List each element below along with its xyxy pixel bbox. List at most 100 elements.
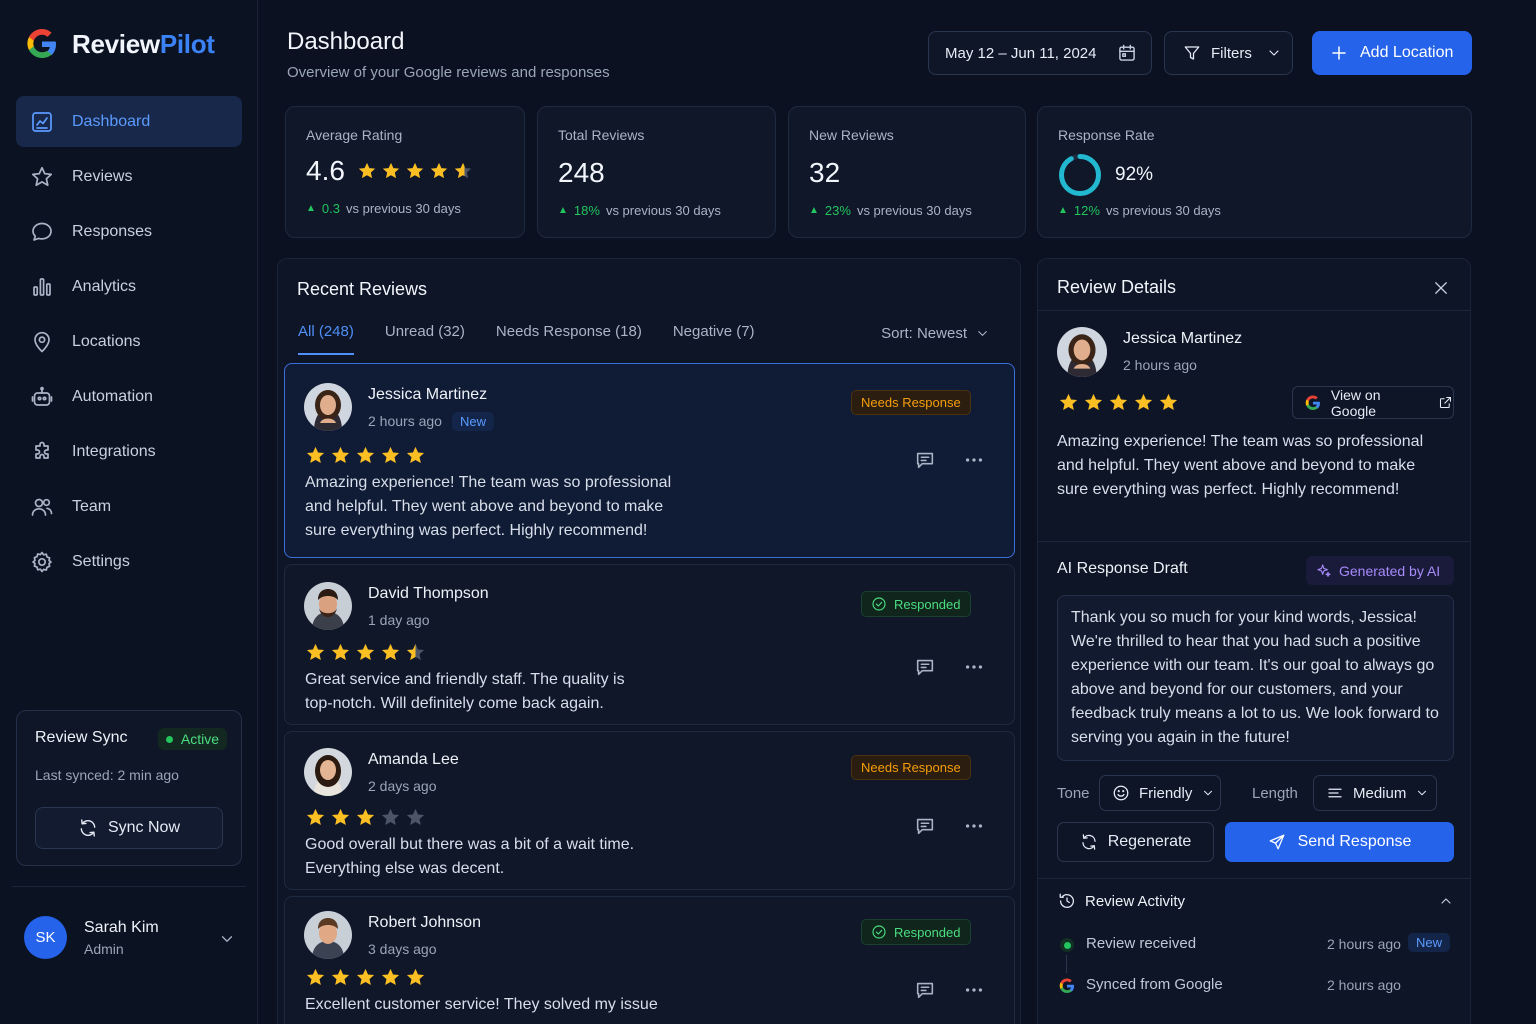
avatar <box>304 748 352 796</box>
tab-needs-response[interactable]: Needs Response (18) <box>496 323 642 355</box>
length-select[interactable]: Medium <box>1313 775 1437 811</box>
history-icon <box>1059 893 1074 909</box>
add-location-button[interactable]: Add Location <box>1312 31 1472 75</box>
sidebar-item-analytics[interactable]: Analytics <box>16 261 242 312</box>
sidebar-item-label: Settings <box>72 552 130 570</box>
star-filled-icon <box>356 446 375 464</box>
rating-stars <box>305 642 426 663</box>
stat-label: Average Rating <box>306 127 403 143</box>
review-time: 2 hours ago New <box>368 412 494 431</box>
review-activity-header[interactable]: Review Activity <box>1058 892 1185 910</box>
reply-icon[interactable] <box>914 449 936 471</box>
stat-change: ▲ 18% vs previous 30 days <box>558 203 721 218</box>
reply-icon[interactable] <box>914 656 936 678</box>
sidebar-item-dashboard[interactable]: Dashboard <box>16 96 242 147</box>
avatar <box>304 582 352 630</box>
star-filled-icon <box>1084 393 1103 411</box>
sidebar-item-reviews[interactable]: Reviews <box>16 151 242 202</box>
star-filled-icon <box>331 808 350 826</box>
divider <box>12 886 246 887</box>
date-range-picker[interactable]: May 12 – Jun 11, 2024 <box>928 31 1152 75</box>
rating-stars <box>305 967 426 988</box>
status-badge: Responded <box>861 919 971 945</box>
timeline-line <box>1066 955 1067 973</box>
divider <box>1038 541 1470 542</box>
more-icon[interactable] <box>963 815 985 837</box>
reply-icon[interactable] <box>914 979 936 1001</box>
sidebar-item-label: Dashboard <box>72 112 151 130</box>
send-response-button[interactable]: Send Response <box>1225 822 1454 862</box>
up-arrow-icon: ▲ <box>306 203 316 214</box>
sidebar-item-team[interactable]: Team <box>16 481 242 532</box>
review-card[interactable]: David Thompson 1 day ago Great service a… <box>284 564 1015 725</box>
rating-stars <box>1058 392 1179 413</box>
tab-negative[interactable]: Negative (7) <box>673 323 755 355</box>
review-time: 2 hours ago <box>1123 357 1197 373</box>
review-details-panel: Review Details Jessica Martinez 2 hours … <box>1037 258 1471 1024</box>
review-tabs: All (248) Unread (32) Needs Response (18… <box>298 323 786 355</box>
sidebar-item-label: Analytics <box>72 277 137 295</box>
tab-all[interactable]: All (248) <box>298 323 354 355</box>
sync-now-button[interactable]: Sync Now <box>35 807 223 849</box>
review-text: Amazing experience! The team was so prof… <box>1057 433 1424 498</box>
user-role: Admin <box>84 940 124 957</box>
rating-stars <box>305 807 426 828</box>
robot-icon <box>31 386 53 406</box>
up-arrow-icon: ▲ <box>809 205 819 216</box>
pin-icon <box>34 331 50 352</box>
sidebar-item-responses[interactable]: Responses <box>16 206 242 257</box>
tone-label: Tone <box>1057 785 1090 802</box>
sidebar-item-automation[interactable]: Automation <box>16 371 242 422</box>
chevron-up-icon[interactable] <box>1438 893 1454 909</box>
sidebar-item-locations[interactable]: Locations <box>16 316 242 367</box>
sidebar-item-settings[interactable]: Settings <box>16 536 242 587</box>
status-badge: Needs Response <box>851 390 971 415</box>
response-rate-ring <box>1059 154 1101 196</box>
sidebar-item-label: Team <box>72 497 112 515</box>
close-icon[interactable] <box>1432 279 1450 297</box>
chevron-down-icon <box>1204 790 1213 796</box>
review-card[interactable]: Robert Johnson 3 days ago Excellent cust… <box>284 896 1015 1024</box>
star-half-icon <box>406 643 425 661</box>
user-profile[interactable]: SK Sarah Kim Admin <box>24 916 159 959</box>
avatar <box>1057 327 1107 377</box>
recent-reviews-panel: Recent Reviews All (248) Unread (32) Nee… <box>277 258 1021 1024</box>
review-card[interactable]: Jessica Martinez 2 hours ago New Amazing … <box>284 363 1015 558</box>
avatar <box>304 383 352 431</box>
send-icon <box>1269 834 1284 850</box>
app-logo[interactable]: ReviewPilot <box>24 26 215 62</box>
review-card[interactable]: Amanda Lee 2 days ago Good overall but t… <box>284 731 1015 890</box>
more-icon[interactable] <box>963 656 985 678</box>
stat-average-rating: Average Rating 4.6 ▲ 0.3 vs previous 30 da… <box>285 106 525 238</box>
google-g-icon <box>1305 395 1320 410</box>
external-link-icon <box>1440 396 1452 409</box>
sidebar-item-label: Locations <box>72 332 141 350</box>
reply-icon[interactable] <box>914 815 936 837</box>
activity-title: Review Activity <box>1085 892 1186 910</box>
regenerate-button[interactable]: Regenerate <box>1057 822 1214 862</box>
align-left-icon <box>1328 788 1342 798</box>
panel-title: Review Details <box>1057 277 1177 297</box>
filters-button[interactable]: Filters <box>1164 31 1293 75</box>
rating-stars <box>357 161 473 181</box>
ai-response-draft[interactable]: Thank you so much for your kind words, J… <box>1057 595 1454 761</box>
stat-total-reviews: Total Reviews 248 ▲ 18% vs previous 30 day… <box>537 106 776 238</box>
more-icon[interactable] <box>963 979 985 1001</box>
page-subtitle: Overview of your Google reviews and resp… <box>287 64 610 81</box>
up-arrow-icon: ▲ <box>1058 205 1068 216</box>
chevron-down-icon[interactable] <box>218 930 236 948</box>
sort-dropdown[interactable]: Sort: Newest <box>881 325 990 342</box>
more-icon[interactable] <box>963 449 985 471</box>
chevron-down-icon <box>978 331 987 336</box>
stat-change: ▲ 23% vs previous 30 days <box>809 203 972 218</box>
new-badge: New <box>451 412 494 431</box>
tab-unread[interactable]: Unread (32) <box>385 323 465 355</box>
length-label: Length <box>1252 785 1298 802</box>
star-filled-icon <box>406 162 424 179</box>
view-on-google-button[interactable]: View on Google <box>1292 386 1454 419</box>
up-arrow-icon: ▲ <box>558 205 568 216</box>
sidebar-item-integrations[interactable]: Integrations <box>16 426 242 477</box>
sidebar-item-label: Integrations <box>72 442 156 460</box>
tone-select[interactable]: Friendly <box>1099 775 1221 811</box>
status-dot-icon <box>165 735 173 743</box>
